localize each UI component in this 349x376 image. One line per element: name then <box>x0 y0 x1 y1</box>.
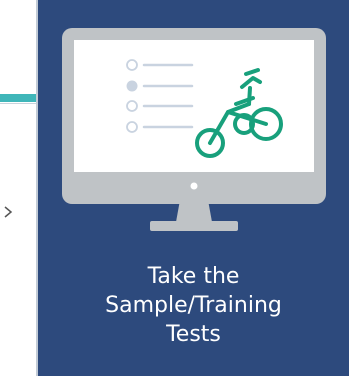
tile-label-line-1: Take the <box>147 264 240 289</box>
tile-label-line-2: Sample/Training <box>105 293 282 318</box>
section-accent-bar <box>0 94 36 102</box>
sample-training-tests-tile[interactable]: Take the Sample/Training Tests <box>38 0 349 376</box>
monitor-icon <box>62 28 326 231</box>
tile-label: Take the Sample/Training Tests <box>38 262 349 349</box>
tile-label-line-3: Tests <box>166 322 221 347</box>
chevron-right-icon[interactable] <box>2 205 14 219</box>
page: Take the Sample/Training Tests <box>0 0 349 376</box>
divider <box>0 103 36 104</box>
